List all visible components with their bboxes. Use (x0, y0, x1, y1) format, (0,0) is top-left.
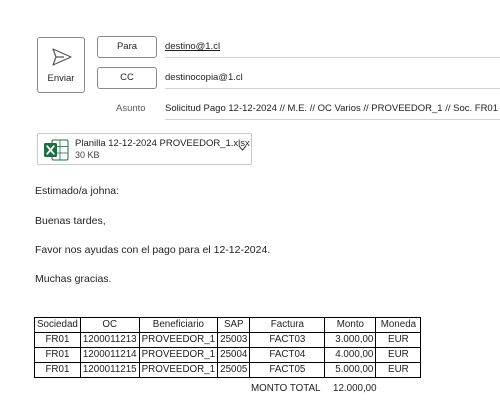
attachment-size: 30 KB (75, 150, 100, 160)
to-field[interactable]: destino@1.cl (165, 36, 500, 58)
cell-monto: 5.000,00 (324, 362, 377, 378)
invoice-table: Sociedad OC Beneficiario SAP Factura Mon… (34, 317, 422, 378)
to-button[interactable]: Para (97, 36, 157, 58)
table-row: FR01 1200011214 PROVEEDOR_1 25004 FACT04… (34, 347, 422, 363)
cell-oc: 1200011215 (79, 362, 140, 378)
to-recipient[interactable]: destino@1.cl (165, 41, 220, 52)
cell-moneda: EUR (375, 332, 422, 348)
col-header-factura: Factura (249, 317, 326, 333)
cell-sociedad: FR01 (34, 362, 81, 378)
send-button[interactable]: Enviar (37, 37, 85, 93)
table-header-row: Sociedad OC Beneficiario SAP Factura Mon… (34, 317, 422, 333)
body-line-1: Buenas tardes, (35, 215, 106, 227)
total-label: MONTO TOTAL (251, 383, 321, 394)
send-label: Enviar (47, 73, 75, 84)
col-header-sap: SAP (217, 317, 251, 333)
cell-oc: 1200011214 (79, 347, 140, 363)
subject-label: Asunto (116, 103, 146, 114)
col-header-monto: Monto (324, 317, 377, 333)
cell-monto: 4.000,00 (324, 347, 377, 363)
closing-text: Muchas gracias. (35, 273, 112, 285)
cell-factura: FACT05 (249, 362, 326, 378)
col-header-oc: OC (79, 317, 140, 333)
cell-sap: 25005 (217, 362, 251, 378)
cell-factura: FACT03 (249, 332, 326, 348)
attachment-card[interactable]: Planilla 12-12-2024 PROVEEDOR_1.xlsx 30 … (37, 133, 252, 165)
col-header-beneficiario: Beneficiario (138, 317, 219, 333)
cell-beneficiario: PROVEEDOR_1 (138, 332, 219, 348)
cell-factura: FACT04 (249, 347, 326, 363)
cell-sap: 25004 (217, 347, 251, 363)
total-value: 12.000,00 (333, 383, 377, 394)
cell-moneda: EUR (375, 362, 422, 378)
subject-field[interactable]: Solicitud Pago 12-12-2024 // M.E. // OC … (165, 98, 500, 120)
cell-oc: 1200011213 (79, 332, 140, 348)
chevron-down-icon[interactable] (238, 145, 247, 151)
attachment-name: Planilla 12-12-2024 PROVEEDOR_1.xlsx (75, 138, 250, 149)
body-line-2: Favor nos ayudas con el pago para el 12-… (35, 244, 271, 256)
greeting-text: Estimado/a johna: (35, 185, 120, 197)
cell-beneficiario: PROVEEDOR_1 (138, 362, 219, 378)
cell-sap: 25003 (217, 332, 251, 348)
col-header-moneda: Moneda (375, 317, 422, 333)
cell-sociedad: FR01 (34, 332, 81, 348)
send-icon (52, 48, 72, 66)
cc-recipient[interactable]: destinocopia@1.cl (165, 72, 243, 83)
cell-monto: 3.000,00 (324, 332, 377, 348)
cc-field[interactable]: destinocopia@1.cl (165, 67, 500, 89)
table-row: FR01 1200011213 PROVEEDOR_1 25003 FACT03… (34, 332, 422, 348)
cell-beneficiario: PROVEEDOR_1 (138, 347, 219, 363)
cell-moneda: EUR (375, 347, 422, 363)
col-header-sociedad: Sociedad (34, 317, 81, 333)
cc-button[interactable]: CC (97, 67, 157, 89)
table-row: FR01 1200011215 PROVEEDOR_1 25005 FACT05… (34, 362, 422, 378)
excel-icon (44, 139, 69, 161)
cell-sociedad: FR01 (34, 347, 81, 363)
